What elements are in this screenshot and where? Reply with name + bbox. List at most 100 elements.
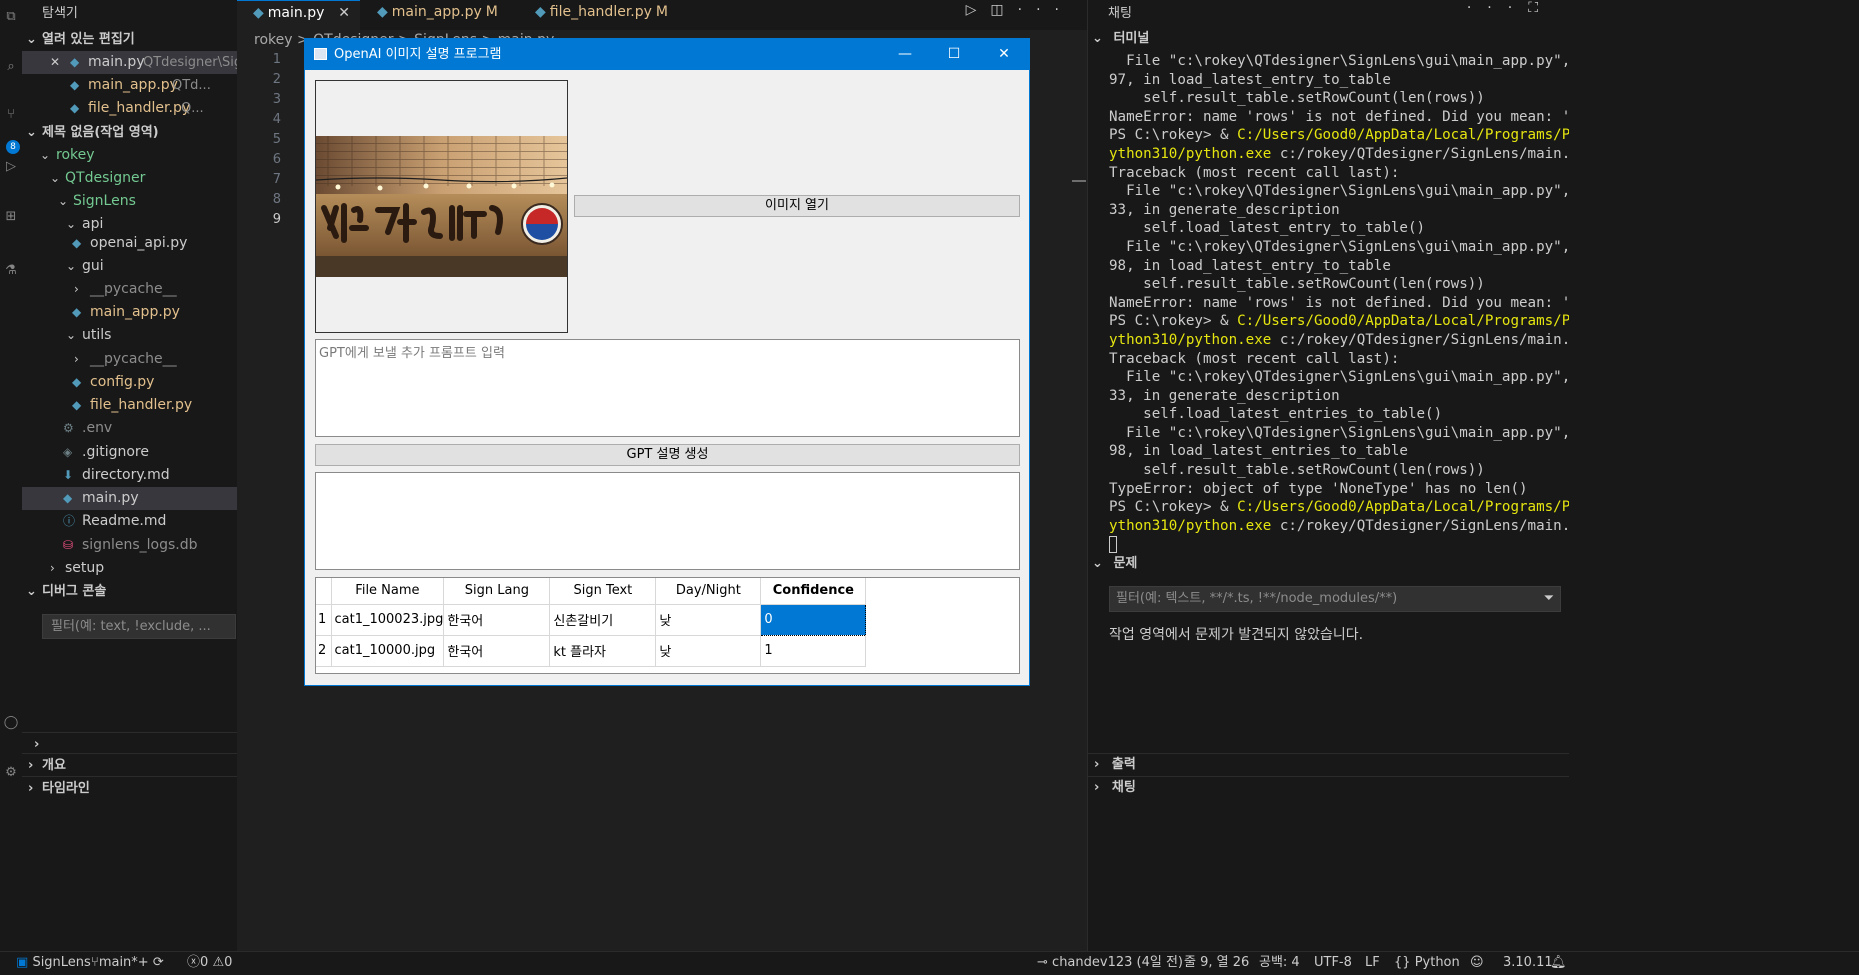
close-icon[interactable]: ✕ [338, 1, 350, 25]
table-cell[interactable]: 낮 [655, 635, 762, 667]
folder-label: __pycache__ [90, 281, 177, 297]
run-debug-icon[interactable]: ▷ [2, 158, 20, 176]
result-table[interactable]: File Name Sign Lang Sign Text Day/Night … [315, 577, 1020, 674]
qt-app-window: OpenAI 이미지 설명 프로그램 — ☐ ✕ 이미지 열기 GPT에게 보낼… [304, 38, 1030, 686]
terminal-line: File "c:\rokey\QTdesigner\SignLens\gui\m… [1126, 53, 1569, 69]
tab-file-handler-py[interactable]: ◆ file_handler.py M [519, 0, 689, 30]
column-header[interactable]: Sign Lang [443, 578, 551, 605]
terminal-line: self.result_table.setRowCount(len(rows)) [1109, 462, 1485, 479]
source-control-icon[interactable]: ⑂ [2, 106, 20, 124]
open-image-button[interactable]: 이미지 열기 [574, 195, 1020, 217]
close-icon[interactable]: ✕ [50, 51, 60, 74]
prompt-input[interactable]: GPT에게 보낼 추가 프롬프트 입력 [315, 339, 1020, 437]
window-title: OpenAI 이미지 설명 프로그램 [334, 47, 502, 62]
table-cell[interactable]: 신촌갈비기 [549, 604, 657, 636]
python-version[interactable]: 3.10.11 [1503, 952, 1553, 974]
notifications-icon[interactable]: 🔔︎ [1550, 952, 1567, 974]
python-file-icon: ◆ [535, 4, 546, 20]
table-cell[interactable]: cat1_100023.jpg [331, 604, 445, 636]
status-bar: ▣ SignLens ⑂main*+ ⟳ ⓧ0 ⚠0 ⊸ chandev123 … [0, 951, 1859, 975]
description-output[interactable] [315, 472, 1020, 570]
problems-section[interactable]: ⌄ 문제 [1092, 553, 1137, 575]
file-label: directory.md [82, 467, 170, 483]
panel-actions: ···⛶ [1467, 0, 1554, 16]
chat-section-label: 채팅 [1111, 780, 1136, 795]
sync-icon[interactable]: ⟳ [153, 955, 164, 970]
testing-icon[interactable]: ⚗ [2, 262, 20, 280]
run-icon[interactable]: ▷ [966, 2, 991, 18]
close-button[interactable]: ✕ [981, 39, 1027, 70]
project-name: SignLens [32, 955, 91, 970]
encoding[interactable]: UTF-8 [1314, 952, 1352, 974]
terminal-line: File "c:\rokey\QTdesigner\SignLens\gui\m… [1126, 238, 1569, 255]
terminal-line: self.load_latest_entry_to_table() [1109, 220, 1426, 237]
account-icon[interactable]: ◯ [2, 714, 20, 732]
indentation[interactable]: 공백: 4 [1259, 952, 1300, 974]
row-header[interactable]: 2 [316, 635, 332, 667]
extensions-icon[interactable]: ⊞ [2, 208, 20, 226]
qt-title-bar[interactable]: OpenAI 이미지 설명 프로그램 — ☐ ✕ [305, 39, 1029, 70]
table-row[interactable]: 2 cat1_10000.jpg 한국어 kt 플라자 낮 1 [316, 635, 867, 667]
terminal-line: PS C:\rokey> & C:/Users/Good0/AppData/Lo… [1109, 313, 1569, 330]
terminal-section[interactable]: ⌄ 터미널 [1092, 28, 1149, 50]
open-editor-path: QTd... [172, 78, 211, 93]
python-file-icon: ◆ [70, 55, 80, 69]
column-header[interactable]: Sign Text [549, 578, 657, 605]
table-cell[interactable]: 낮 [655, 604, 762, 636]
output-section[interactable]: › 출력 [1088, 753, 1569, 775]
manage-gear-icon[interactable]: ⚙ [2, 764, 20, 782]
chevron-down-icon: ⌄ [66, 328, 77, 342]
column-header[interactable]: Confidence [760, 578, 867, 605]
copilot-icon[interactable]: ☺ [1470, 952, 1484, 974]
cursor-position[interactable]: 줄 9, 열 26 [1184, 952, 1249, 974]
python-file-icon: ◆ [72, 375, 82, 389]
tab-main-py[interactable]: ◆ main.py ✕ [237, 0, 360, 30]
filter-icon[interactable]: ⏷ [1544, 587, 1554, 611]
terminal-output[interactable]: File "c:\rokey\QTdesigner\SignLens\gui\m… [1109, 52, 1569, 554]
column-header[interactable]: Day/Night [655, 578, 762, 605]
blame-status[interactable]: ⊸ chandev123 (4일 전) [1037, 952, 1183, 974]
row-header[interactable]: 1 [316, 604, 332, 636]
terminal-line: 97, in load_latest_entry_to_table [1109, 71, 1391, 88]
file-label: file_handler.py [90, 397, 193, 413]
table-cell-selected[interactable]: 0 [760, 603, 867, 636]
column-header[interactable]: File Name [331, 578, 445, 605]
terminal-line: ython310/python.exe c:/rokey/QTdesigner/… [1109, 331, 1569, 348]
braces-icon: {} [1394, 955, 1411, 970]
generate-description-button[interactable]: GPT 설명 생성 [315, 444, 1020, 466]
chevron-down-icon: ⌄ [58, 194, 69, 208]
more-actions-icon[interactable]: ··· [1467, 0, 1528, 16]
result-table-grid: File Name Sign Lang Sign Text Day/Night … [316, 578, 867, 667]
panel-title: 채팅 [1108, 6, 1132, 21]
commit-icon: ⊸ [1037, 955, 1048, 970]
maximize-button[interactable]: ☐ [931, 39, 977, 70]
python-file-icon: ◆ [70, 78, 80, 92]
search-icon[interactable]: ⌕ [2, 58, 20, 76]
table-row[interactable]: 1 cat1_100023.jpg 한국어 신촌갈비기 낮 0 [316, 603, 867, 636]
chat-section[interactable]: › 채팅 [1088, 776, 1569, 798]
table-cell[interactable]: 1 [760, 635, 867, 667]
language-mode[interactable]: {} Python [1394, 952, 1460, 974]
problems-status[interactable]: ⓧ0 ⚠0 [187, 952, 232, 974]
minimize-button[interactable]: — [882, 39, 928, 70]
terminal-cursor[interactable] [1109, 535, 1569, 554]
explorer-icon[interactable]: ⧉ [2, 8, 20, 26]
chevron-right-icon: › [74, 352, 79, 366]
end-of-line[interactable]: LF [1365, 952, 1380, 974]
project-status[interactable]: ▣ SignLens [16, 952, 91, 974]
error-count: 0 [200, 955, 209, 970]
table-cell[interactable]: 한국어 [443, 635, 551, 667]
tab-label: main.py [267, 5, 325, 21]
table-cell[interactable]: kt 플라자 [549, 635, 657, 667]
branch-status[interactable]: ⑂main*+ ⟳ [91, 952, 164, 974]
table-cell[interactable]: 한국어 [443, 604, 551, 636]
problems-filter-input[interactable]: 필터(예: 텍스트, **/*.ts, !**/node_modules/**)… [1109, 586, 1561, 612]
maximize-icon[interactable]: ⛶ [1528, 0, 1554, 16]
table-cell[interactable]: cat1_10000.jpg [331, 635, 445, 667]
more-actions-icon[interactable]: ··· [1018, 2, 1073, 18]
debug-filter-input[interactable]: 필터(예: text, !exclude, ... [42, 614, 236, 639]
tab-main-app-py[interactable]: ◆ main_app.py M [361, 0, 518, 30]
python-file-icon: ◆ [253, 5, 264, 21]
scrollbar-marker[interactable] [1072, 180, 1086, 182]
split-editor-icon[interactable]: ◫ [990, 2, 1017, 18]
